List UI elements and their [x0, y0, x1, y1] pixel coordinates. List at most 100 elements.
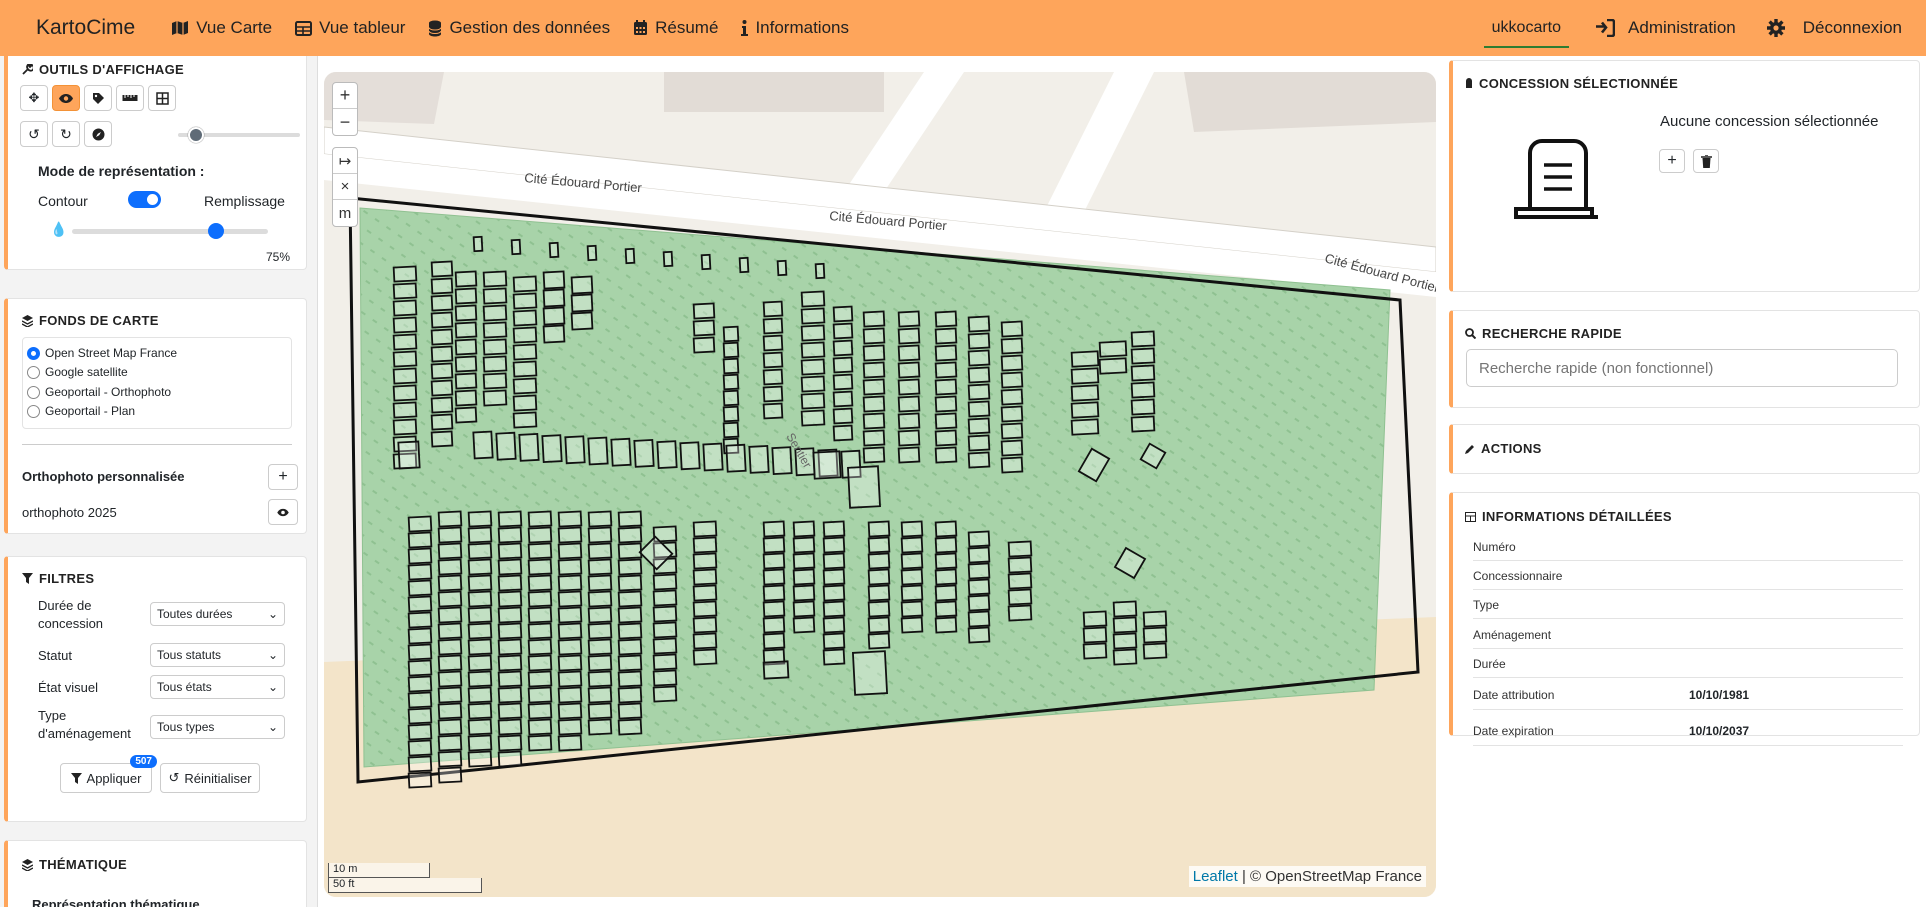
- grave-plot[interactable]: [822, 600, 846, 618]
- grave-plot[interactable]: [467, 750, 493, 768]
- zoom-slider[interactable]: [178, 127, 300, 143]
- grave-plot[interactable]: [587, 638, 613, 656]
- grave-plot[interactable]: [437, 542, 463, 560]
- grave-plot[interactable]: [482, 304, 508, 322]
- grave-plot[interactable]: [692, 302, 716, 320]
- grave-plot[interactable]: [792, 600, 816, 618]
- grave-plot[interactable]: [624, 247, 636, 265]
- grave-plot[interactable]: [564, 435, 586, 465]
- grave-plot[interactable]: [1007, 572, 1033, 590]
- grave-plot[interactable]: [495, 431, 517, 461]
- grave-plot[interactable]: [900, 568, 924, 586]
- grave-plot[interactable]: [617, 558, 643, 576]
- grave-plot[interactable]: [1007, 556, 1033, 574]
- grave-plot[interactable]: [934, 520, 958, 538]
- grave-plot[interactable]: [792, 584, 816, 602]
- grave-plot[interactable]: [407, 659, 433, 677]
- grave-plot[interactable]: [617, 606, 643, 624]
- grave-plot[interactable]: [822, 632, 846, 650]
- filter-type-select[interactable]: Tous types ⌄: [150, 715, 285, 739]
- grave-plot[interactable]: [407, 755, 433, 773]
- grave-plot[interactable]: [692, 520, 718, 538]
- grave-plot[interactable]: [867, 552, 891, 570]
- grave-plot[interactable]: [557, 686, 583, 704]
- grave-plot[interactable]: [557, 542, 583, 560]
- grave-plot[interactable]: [407, 531, 433, 549]
- grave-plot[interactable]: [542, 288, 566, 308]
- grave-plot[interactable]: [430, 311, 454, 329]
- grave-plot[interactable]: [392, 265, 418, 283]
- visibility-tool-button[interactable]: [52, 85, 80, 111]
- grave-plot[interactable]: [497, 686, 523, 704]
- grave-plot[interactable]: [587, 686, 613, 704]
- grave-plot[interactable]: [867, 616, 891, 634]
- grave-plot[interactable]: [1007, 604, 1033, 622]
- grave-plot[interactable]: [1130, 364, 1156, 382]
- grave-plot[interactable]: [900, 616, 924, 634]
- grave-plot[interactable]: [692, 584, 718, 602]
- grave-plot[interactable]: [862, 412, 886, 430]
- grave-plot[interactable]: [617, 670, 643, 688]
- grave-plot[interactable]: [570, 275, 594, 295]
- grave-plot[interactable]: [587, 510, 613, 528]
- brand-logo[interactable]: KartoCime: [36, 16, 135, 40]
- grave-plot[interactable]: [692, 600, 718, 618]
- grave-plot[interactable]: [762, 584, 786, 602]
- grave-plot[interactable]: [822, 648, 846, 666]
- grave-plot[interactable]: [392, 401, 418, 419]
- grave-plot[interactable]: [617, 654, 643, 672]
- label-tool-button[interactable]: [84, 85, 112, 111]
- reset-filters-button[interactable]: ↺ Réinitialiser: [160, 763, 260, 793]
- grave-plot[interactable]: [430, 294, 454, 312]
- grave-plot[interactable]: [467, 686, 493, 704]
- compass-button[interactable]: [84, 121, 112, 147]
- grave-plot[interactable]: [430, 396, 454, 414]
- grave-plot[interactable]: [392, 367, 418, 385]
- grave-plot[interactable]: [762, 368, 784, 386]
- grave-plot[interactable]: [392, 316, 418, 334]
- grave-plot[interactable]: [454, 406, 478, 424]
- grave-plot[interactable]: [722, 421, 740, 439]
- grave-plot[interactable]: [692, 552, 718, 570]
- grave-plot[interactable]: [776, 259, 788, 277]
- grave-plot[interactable]: [851, 650, 889, 696]
- grave-plot[interactable]: [934, 446, 958, 464]
- grave-plot[interactable]: [392, 333, 418, 351]
- grave-plot[interactable]: [1112, 632, 1138, 650]
- grave-plot[interactable]: [527, 638, 553, 656]
- grave-plot[interactable]: [617, 526, 643, 544]
- grave-plot[interactable]: [407, 723, 433, 741]
- grave-plot[interactable]: [967, 578, 991, 596]
- grave-plot[interactable]: [725, 443, 747, 473]
- grave-plot[interactable]: [792, 552, 816, 570]
- grave-plot[interactable]: [512, 360, 538, 378]
- grave-plot[interactable]: [656, 440, 678, 469]
- grave-plot[interactable]: [557, 526, 583, 544]
- grave-plot[interactable]: [1098, 340, 1128, 358]
- grave-plot[interactable]: [897, 361, 921, 379]
- grave-plot[interactable]: [407, 739, 433, 757]
- grave-plot[interactable]: [967, 451, 991, 469]
- grave-plot[interactable]: [497, 718, 523, 736]
- ruler-tool-button[interactable]: [116, 85, 144, 111]
- grave-plot[interactable]: [527, 526, 553, 544]
- grave-plot[interactable]: [934, 568, 958, 586]
- grave-plot[interactable]: [587, 702, 613, 720]
- grave-plot[interactable]: [662, 250, 674, 268]
- grave-plot[interactable]: [497, 638, 523, 656]
- grave-plot[interactable]: [800, 290, 826, 308]
- grave-plot[interactable]: [407, 771, 433, 789]
- grave-plot[interactable]: [1130, 415, 1156, 433]
- nav-vue-tableur[interactable]: Vue tableur: [295, 18, 405, 38]
- grave-plot[interactable]: [1142, 642, 1168, 660]
- grave-plot[interactable]: [692, 648, 718, 666]
- grave-plot[interactable]: [862, 327, 886, 345]
- zoom-in-button[interactable]: +: [333, 83, 357, 109]
- grave-plot[interactable]: [454, 389, 478, 407]
- grave-plot[interactable]: [897, 412, 921, 430]
- grave-plot[interactable]: [832, 424, 854, 442]
- grave-plot[interactable]: [617, 510, 643, 528]
- grave-plot[interactable]: [867, 536, 891, 554]
- grave-plot[interactable]: [407, 707, 433, 725]
- measure-tool-button[interactable]: m: [333, 200, 357, 226]
